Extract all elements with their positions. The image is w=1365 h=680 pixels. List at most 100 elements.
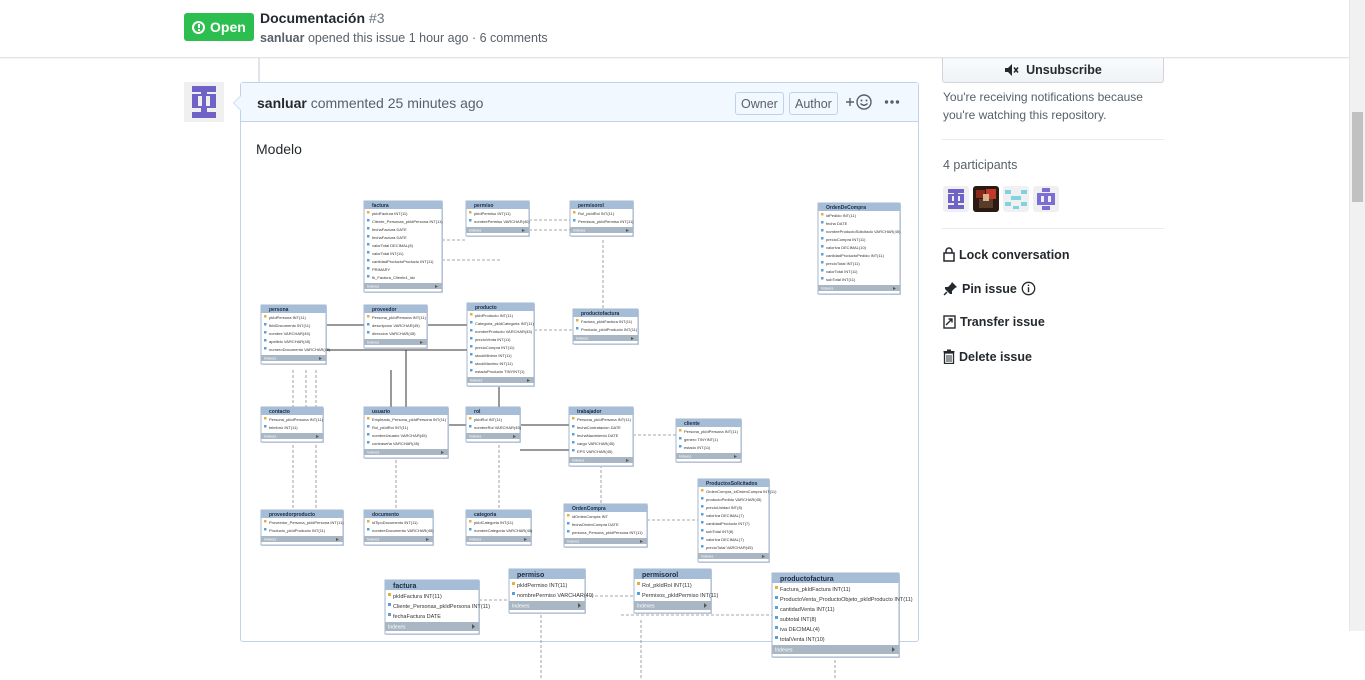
er-table-column: Factura_pkIdFactura INT(11) [581, 319, 633, 324]
er-table: documento idTipoDocumento INT(11) nombreDo… [363, 509, 434, 546]
er-table-column: Rol_pkIdRol INT(11) [578, 211, 615, 216]
delete-issue-link[interactable]: Delete issue [943, 349, 1032, 364]
er-table-name: permisorol [578, 203, 604, 209]
issue-title-text[interactable]: Documentación [260, 10, 365, 26]
scrollbar-thumb[interactable] [1352, 112, 1363, 202]
er-table-footer: Indexes [512, 604, 530, 610]
er-table-column: nombreProductoSolicitado VARCHAR(45) [826, 229, 901, 234]
comment-author[interactable]: sanluar [257, 95, 307, 111]
lock-conversation-label: Lock conversation [959, 247, 1070, 262]
comment-options-button[interactable] [884, 92, 900, 115]
info-icon[interactable] [1021, 281, 1036, 296]
participant-avatar[interactable] [1033, 186, 1059, 212]
issue-meta: sanluar opened this issue 1 hour ago · 6… [260, 31, 548, 45]
er-table-footer: Indexes [367, 538, 380, 542]
er-table-column: numeroDocumento VARCHAR(45) [269, 347, 331, 352]
er-table-column: PRIMARY [372, 267, 390, 272]
er-table-column: direccion VARCHAR(45) [372, 331, 416, 336]
participant-avatar[interactable] [1003, 186, 1029, 212]
er-diagram-image[interactable]: factura pkIdFactura INT(11) Cliente_Person… [241, 160, 918, 680]
er-table: OrdenCompra idOrdenCompra INT fechaOrdenCo… [563, 503, 648, 548]
er-table-footer: Indexes [469, 435, 482, 439]
er-table-column: ProductoVenta_ProductoObjeto_pkIdProduct… [780, 597, 913, 603]
issue-meta-text: opened this issue 1 hour ago · 6 comment… [307, 31, 548, 45]
er-table-column: OrdenCompra_idOrdenCompra INT(11) [706, 489, 777, 494]
er-table-column: valorTotal INT(11) [372, 251, 404, 256]
er-table-column: valorIva DECIMAL(7) [706, 537, 744, 542]
er-table-name: producto [475, 305, 497, 311]
er-table-name: proveedor [372, 307, 397, 313]
er-table-column: Persona_pkIdPersona INT(11) [577, 417, 632, 422]
er-table-footer: Indexes [470, 379, 483, 383]
unsubscribe-button[interactable]: Unsubscribe [942, 58, 1164, 83]
er-table: factura pkIdFactura INT(11) Cliente_Person… [384, 579, 490, 635]
er-table-column: nombrePermiso VARCHAR(40) [474, 219, 530, 224]
author-label: Author [789, 92, 838, 115]
identicon-avatar-icon [943, 186, 969, 212]
er-table-column: precioTotal INT(11) [826, 261, 860, 266]
er-table-column: nombre VARCHAR(45) [269, 331, 311, 336]
er-table-footer: Indexes [469, 229, 482, 233]
sidebar-divider [942, 228, 1164, 229]
er-table-name: OrdenCompra [572, 506, 606, 512]
timeline-line [258, 58, 260, 82]
er-table-name: factura [393, 583, 416, 590]
er-table-column: pkIdPersona INT(11) [269, 315, 306, 320]
er-table-footer: Indexes [572, 459, 585, 463]
delete-issue-label: Delete issue [959, 349, 1032, 364]
er-table: ProductosSolicitados OrdenCompra_idOrdenC… [697, 478, 777, 563]
er-table-column: pkIdFactura INT(11) [393, 594, 442, 600]
avatar[interactable] [184, 82, 224, 122]
er-table-name: contacto [269, 409, 290, 415]
er-table: proveedorproducto Proveedor_Persona_pkIdP… [260, 509, 344, 546]
er-table: trabajador Persona_pkIdPersona INT(11) fec… [568, 406, 634, 467]
page-scrollbar[interactable] [1349, 0, 1365, 631]
er-table-footer: Indexes [388, 625, 406, 631]
er-table-column: stockMaximo INT(11) [475, 361, 513, 366]
er-table: permisorol Rol_pkIdRol INT(11) Permisos_pk… [569, 200, 634, 237]
participant-avatar[interactable] [973, 186, 999, 212]
er-table: productofactura Factura_pkIdFactura INT(1… [771, 572, 913, 658]
lock-conversation-link[interactable]: Lock conversation [943, 247, 1069, 262]
er-table: permiso pkIdPermiso INT(11) nombrePermiso … [508, 568, 594, 614]
er-table: permisorol Rol_pkIdRol INT(11) Permisos_pk… [633, 568, 718, 614]
pin-issue-link[interactable]: Pin issue [943, 281, 1036, 296]
er-table-footer: Indexes [367, 451, 380, 455]
lock-icon [943, 247, 955, 262]
issue-title[interactable]: Documentación #3 [260, 10, 384, 26]
er-table: usuario Empleado_Persona_pkIdPersona INT(… [363, 406, 449, 459]
er-table-footer: Indexes [264, 357, 277, 361]
er-table: cliente Persona_pkIdPersona INT(11) genero… [675, 418, 742, 463]
transfer-issue-label: Transfer issue [960, 315, 1045, 329]
er-table-column: contraseña VARCHAR(45) [372, 441, 420, 446]
er-table-column: Persona_pkIdPersona INT(11) [372, 315, 427, 320]
er-table-column: nombreRol VARCHAR(45) [474, 425, 522, 430]
transfer-issue-link[interactable]: Transfer issue [943, 315, 1045, 329]
er-table-name: trabajador [577, 409, 602, 415]
comment-author-line: sanluar commented 25 minutes ago [257, 95, 483, 111]
er-table-column: estadoProducto TINYINT(1) [475, 369, 525, 374]
er-table-footer: Indexes [573, 229, 586, 233]
add-reaction-button[interactable] [845, 93, 875, 115]
photo-avatar-icon [973, 186, 999, 212]
er-table-column: pkIdProducto INT(11) [475, 313, 514, 318]
er-table-column: precioCompra INT(11) [475, 345, 515, 350]
er-table-column: nombreUsuario VARCHAR(45) [372, 433, 428, 438]
er-table-column: idOrdenCompra INT [572, 514, 609, 519]
er-table-column: Proveedor_Persona_pkIdPersona INT(11) [269, 520, 344, 525]
participant-avatar[interactable] [943, 186, 969, 212]
transfer-icon [943, 315, 956, 329]
sticky-issue-header: Open Documentación #3 sanluar opened thi… [0, 0, 1349, 58]
sidebar-divider [942, 139, 1164, 140]
comment-header: sanluar commented 25 minutes ago Owner A… [241, 83, 918, 122]
comment-timestamp[interactable]: commented 25 minutes ago [311, 95, 484, 111]
er-table-column: persona_Persona_pkIdPersona INT(11) [572, 530, 643, 535]
er-table-footer: Indexes [264, 435, 277, 439]
er-table-name: productofactura [581, 311, 620, 317]
issue-author-link[interactable]: sanluar [260, 31, 304, 45]
er-table-footer: Indexes [264, 538, 277, 542]
er-table-footer: Indexes [775, 648, 793, 654]
er-table-column: Persona_pkIdPersona INT(11) [269, 417, 324, 422]
er-table-column: Cliente_Personas_pkIdPersona INT(11) [393, 604, 490, 610]
er-table-column: fecha DATE [826, 221, 848, 226]
